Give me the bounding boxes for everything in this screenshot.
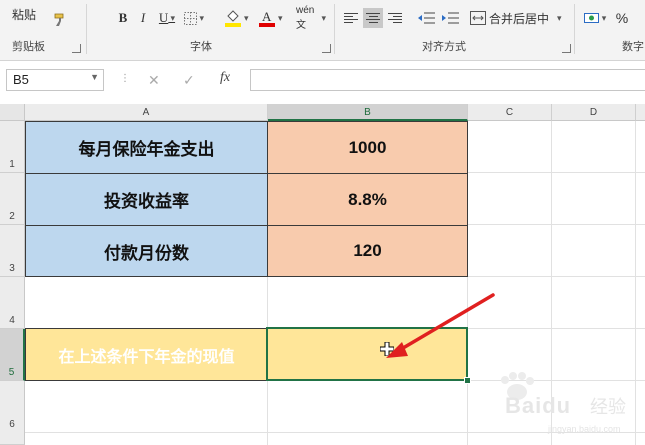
watermark-brand: Baidu [505, 393, 572, 418]
watermark-url: jingyan.baidu.com [548, 424, 621, 434]
watermark-brand-cn: 经验 [590, 397, 626, 417]
annotation-arrow-icon [386, 293, 495, 358]
